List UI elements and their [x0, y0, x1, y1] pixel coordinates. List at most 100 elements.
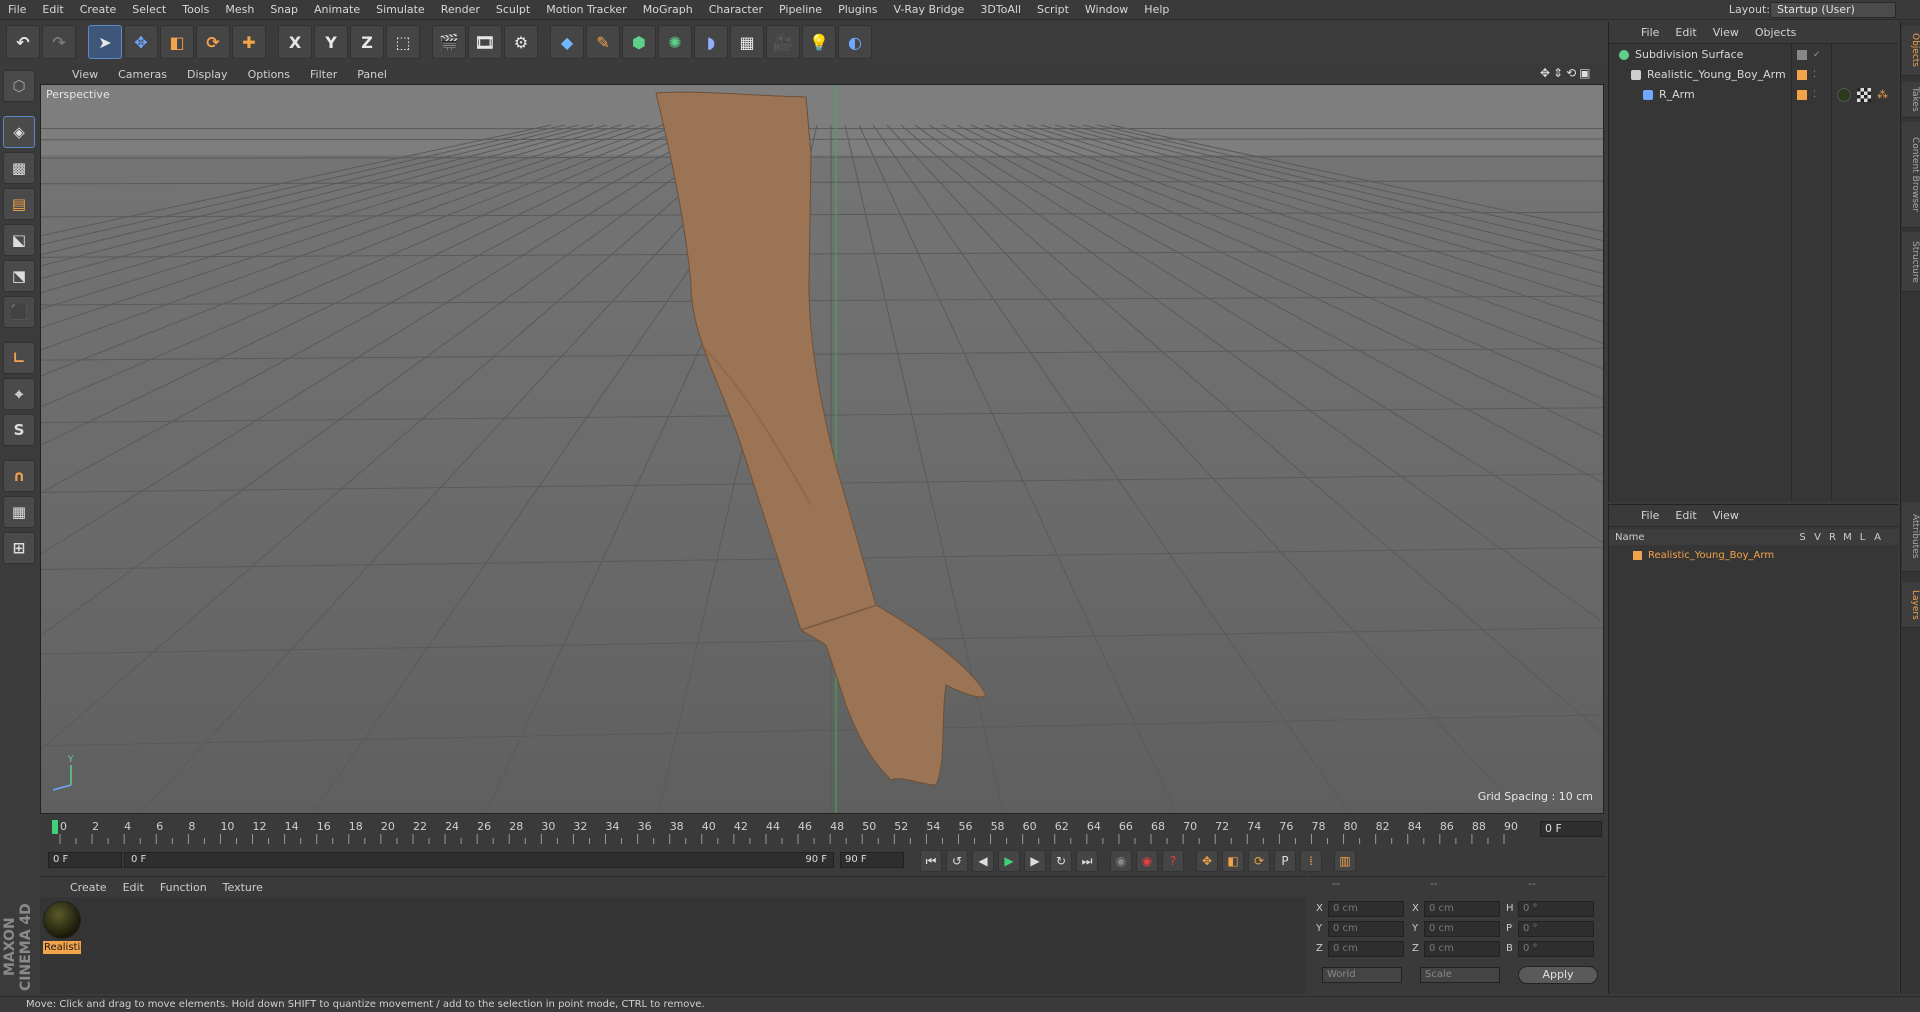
y-axis-lock-button[interactable]: Y — [314, 25, 348, 59]
menu-sculpt[interactable]: Sculpt — [488, 0, 538, 20]
object-tree-row[interactable]: R_Arm ⁚ ⁂ — [1609, 86, 1899, 104]
coord-a-field[interactable]: 0 cm — [1328, 941, 1404, 957]
menu-window[interactable]: Window — [1077, 0, 1136, 20]
end-frame-field[interactable]: 90 F — [840, 852, 904, 868]
timeline[interactable]: 0 2 4 6 8 10 12 14 16 18 20 22 24 26 28 30 32 34 36 38 40 42 4… — [40, 816, 1604, 846]
preview-range-slider[interactable]: 0 F 90 F — [124, 852, 834, 868]
perspective-viewport[interactable]: Y Perspective Grid Spacing : 10 cm — [40, 84, 1604, 814]
make-editable-icon[interactable]: ⬡ — [3, 70, 35, 102]
current-frame-field[interactable]: 0 F — [1540, 821, 1602, 837]
pen-spline-icon[interactable]: ✎ — [586, 25, 620, 59]
undo-icon[interactable]: ↶ — [6, 25, 40, 59]
object-menu-edit[interactable]: Edit — [1667, 26, 1704, 39]
key-pla-icon[interactable]: ⁞ — [1300, 850, 1322, 872]
snap-icon[interactable]: S — [3, 414, 35, 446]
menu-pipeline[interactable]: Pipeline — [771, 0, 830, 20]
menu-select[interactable]: Select — [124, 0, 174, 20]
menu-v-ray-bridge[interactable]: V-Ray Bridge — [885, 0, 972, 20]
points-mode-icon[interactable]: ⬕ — [3, 224, 35, 256]
viewport-nav-icons[interactable]: ✥⇕⟲▣ — [1540, 66, 1594, 80]
material-menu-texture[interactable]: Texture — [215, 881, 271, 894]
material-menu-create[interactable]: Create — [62, 881, 115, 894]
object-tree-row[interactable]: Subdivision Surface ✓ — [1609, 46, 1899, 64]
render-settings-icon[interactable]: ⚙ — [504, 25, 538, 59]
side-tab-takes[interactable]: Takes — [1902, 82, 1920, 118]
layer-column-s[interactable]: S — [1795, 532, 1810, 543]
menu-mograph[interactable]: MoGraph — [635, 0, 701, 20]
axis-mode-icon[interactable]: ∟ — [3, 342, 35, 374]
material-swatch[interactable]: Realistic — [43, 901, 81, 955]
material-menu-edit[interactable]: Edit — [115, 881, 152, 894]
timeline-layout-icon[interactable]: ▥ — [1334, 850, 1356, 872]
coord-b-field[interactable]: 0 cm — [1424, 941, 1500, 957]
coord-c-field[interactable]: 0 ° — [1518, 901, 1594, 917]
array-mograph-icon[interactable]: ✺ — [658, 25, 692, 59]
workplane-grid-icon[interactable]: ⊞ — [3, 532, 35, 564]
visibility-dots-icon[interactable]: ⁚ — [1813, 66, 1816, 84]
viewport-menu-options[interactable]: Options — [238, 68, 300, 81]
viewport-menu-cameras[interactable]: Cameras — [108, 68, 177, 81]
layer-column-l[interactable]: L — [1855, 532, 1870, 543]
layer-menu-edit[interactable]: Edit — [1667, 509, 1704, 522]
polygons-mode-icon[interactable]: ⬛ — [3, 296, 35, 328]
menu-motion-tracker[interactable]: Motion Tracker — [538, 0, 634, 20]
layer-menu-file[interactable]: File — [1633, 509, 1667, 522]
move-tool-icon[interactable]: ✥ — [124, 25, 158, 59]
lock-workplane-icon[interactable]: ▦ — [3, 496, 35, 528]
texture-mode-icon[interactable]: ▩ — [3, 152, 35, 184]
apply-button[interactable]: Apply — [1518, 966, 1598, 984]
workplane-mode-icon[interactable]: ▤ — [3, 188, 35, 220]
cube-object-icon[interactable]: ◆ — [550, 25, 584, 59]
menu-simulate[interactable]: Simulate — [368, 0, 433, 20]
checker-tag-icon[interactable] — [1857, 88, 1871, 102]
deformer-icon[interactable]: ◗ — [694, 25, 728, 59]
menu-mesh[interactable]: Mesh — [217, 0, 262, 20]
previous-key-icon[interactable]: ↺ — [946, 850, 968, 872]
menu-edit[interactable]: Edit — [34, 0, 71, 20]
coordinate-mode-dropdown[interactable]: Scale — [1420, 967, 1500, 983]
side-tab-layers[interactable]: Layers — [1902, 582, 1920, 628]
key-parameter-icon[interactable]: P — [1274, 850, 1296, 872]
model-mode-icon[interactable]: ◈ — [3, 116, 35, 148]
menu-animate[interactable]: Animate — [306, 0, 368, 20]
menu-plugins[interactable]: Plugins — [830, 0, 885, 20]
render-view-icon[interactable]: 🎬 — [432, 25, 466, 59]
menu-file[interactable]: File — [0, 0, 34, 20]
layer-column-a[interactable]: A — [1870, 532, 1885, 543]
record-keys-icon[interactable]: ◉ — [1136, 850, 1158, 872]
rotate-tool-icon[interactable]: ⟳ — [196, 25, 230, 59]
key-position-icon[interactable]: ✥ — [1196, 850, 1218, 872]
object-menu-objects[interactable]: Objects — [1747, 26, 1805, 39]
magnet-icon[interactable]: ∩ — [3, 460, 35, 492]
playhead[interactable] — [52, 820, 58, 834]
key-rotation-icon[interactable]: ⟳ — [1248, 850, 1270, 872]
go-to-start-icon[interactable]: ⏮ — [920, 850, 942, 872]
coord-b-field[interactable]: 0 cm — [1424, 901, 1500, 917]
menu-render[interactable]: Render — [433, 0, 488, 20]
material-tag-icon[interactable] — [1837, 88, 1851, 102]
autokey-icon[interactable]: ? — [1162, 850, 1184, 872]
start-frame-field[interactable]: 0 F — [48, 852, 122, 868]
timeline-ruler[interactable]: 0 2 4 6 8 10 12 14 16 18 20 22 24 26 28 30 32 34 36 38 40 42 4… — [52, 816, 1550, 846]
layer-row[interactable]: Realistic_Young_Boy_Arm — [1609, 547, 1899, 563]
x-axis-lock-button[interactable]: X — [278, 25, 312, 59]
visibility-dots-icon[interactable]: ⁚ — [1813, 86, 1816, 104]
side-tab-attributes[interactable]: Attributes — [1902, 502, 1920, 572]
coord-a-field[interactable]: 0 cm — [1328, 921, 1404, 937]
object-tree-row[interactable]: Realistic_Young_Boy_Arm ⁚ — [1609, 66, 1899, 84]
coord-c-field[interactable]: 0 ° — [1518, 941, 1594, 957]
menu-3dtoall[interactable]: 3DToAll — [972, 0, 1029, 20]
menu-help[interactable]: Help — [1136, 0, 1177, 20]
layer-column-v[interactable]: V — [1810, 532, 1825, 543]
floor-environment-icon[interactable]: ▦ — [730, 25, 764, 59]
edges-mode-icon[interactable]: ⬔ — [3, 260, 35, 292]
layout-dropdown[interactable]: Startup (User) — [1770, 2, 1896, 18]
viewport-menu-filter[interactable]: Filter — [300, 68, 347, 81]
menu-script[interactable]: Script — [1029, 0, 1077, 20]
object-menu-file[interactable]: File — [1633, 26, 1667, 39]
material-menu-function[interactable]: Function — [152, 881, 215, 894]
layer-column-r[interactable]: R — [1825, 532, 1840, 543]
tweak-mode-icon[interactable]: ⌖ — [3, 378, 35, 410]
viewport-menu-panel[interactable]: Panel — [347, 68, 397, 81]
live-selection-icon[interactable]: ✚ — [232, 25, 266, 59]
